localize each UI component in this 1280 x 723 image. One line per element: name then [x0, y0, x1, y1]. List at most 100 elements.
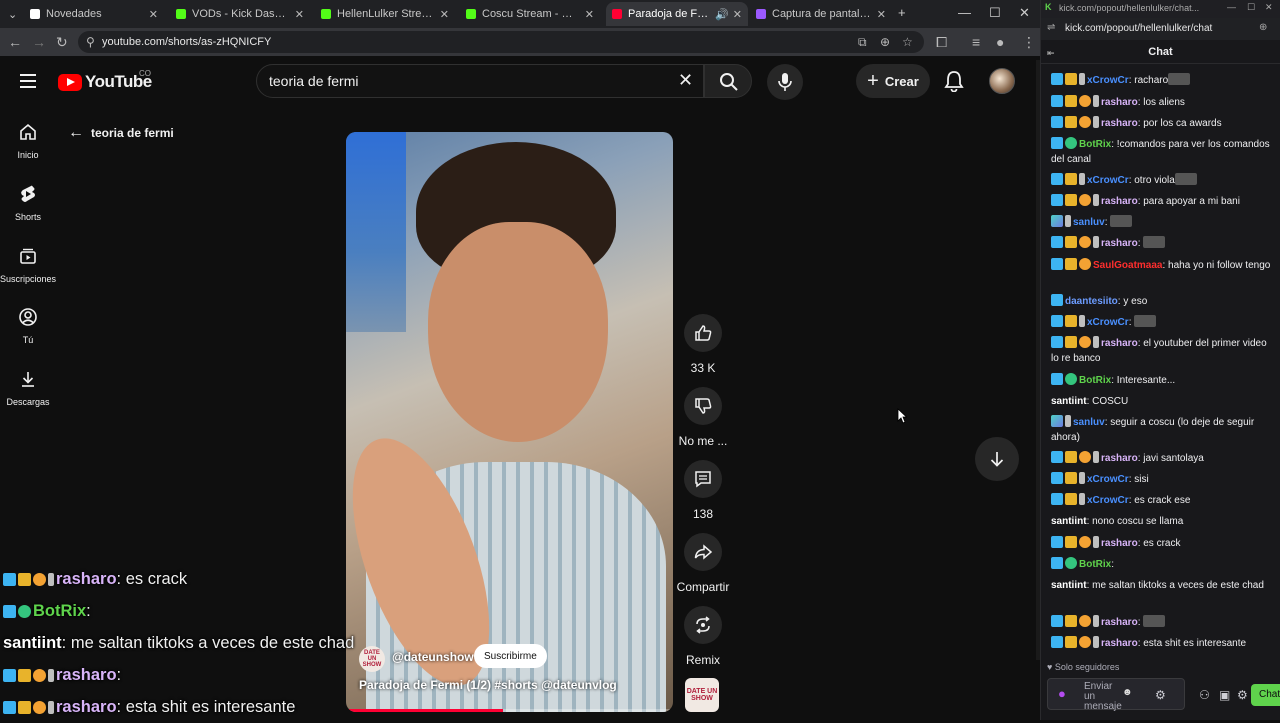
back-button[interactable]: ←	[8, 34, 22, 50]
extensions-icon[interactable]: ⧠	[936, 34, 947, 51]
chat-username[interactable]: BotRix	[1079, 139, 1111, 150]
microphone-icon[interactable]: ●	[1058, 686, 1066, 701]
channel-thumbnail[interactable]: DATE UN SHOW	[685, 678, 719, 712]
chat-username[interactable]: santiint	[1051, 516, 1087, 527]
settings-icon[interactable]: ⚙	[1155, 688, 1166, 702]
send-chat-button[interactable]: Chat	[1251, 684, 1280, 706]
like-action[interactable]: 33 K	[672, 314, 734, 375]
next-video-button[interactable]	[975, 437, 1019, 481]
chat-username[interactable]: santiint	[1051, 580, 1087, 591]
channel-name[interactable]: @dateunshow	[392, 650, 474, 664]
comments-button[interactable]	[684, 460, 722, 498]
browser-tab[interactable]: VODs - Kick Dashboard✕	[170, 2, 310, 26]
menu-hamburger-icon[interactable]	[20, 74, 36, 92]
gear-icon[interactable]: ⚙	[1237, 688, 1248, 702]
comments-action[interactable]: 138	[672, 460, 734, 521]
minimize-button[interactable]: —	[1227, 2, 1236, 12]
dislike-action[interactable]: No me ...	[672, 387, 734, 448]
browser-tab[interactable]: Captura de pantalla por Lig✕	[750, 2, 892, 26]
chat-username[interactable]: rasharo	[1101, 538, 1138, 549]
search-button[interactable]	[704, 64, 752, 98]
collapse-chat-icon[interactable]: ⇤	[1047, 48, 1055, 59]
zoom-icon[interactable]: ⊕	[1259, 22, 1267, 33]
notifications-button[interactable]	[944, 70, 964, 97]
sidebar-item-subscriptions[interactable]: Suscripciones	[0, 246, 56, 284]
share-button[interactable]	[684, 533, 722, 571]
chat-username[interactable]: rasharo	[1101, 638, 1138, 649]
chat-username[interactable]: BotRix	[1079, 559, 1111, 570]
avatar[interactable]	[989, 68, 1015, 94]
profile-icon[interactable]: ●	[996, 34, 1004, 50]
search-box[interactable]	[256, 64, 704, 98]
search-input[interactable]	[269, 73, 649, 89]
address-bar[interactable]: ⚲ youtube.com/shorts/as-zHQNICFY ⧉ ⊕ ☆	[78, 31, 924, 53]
share-action[interactable]: Compartir	[672, 533, 734, 594]
dislike-button[interactable]	[684, 387, 722, 425]
browser-menu-icon[interactable]: ⋮	[1022, 34, 1036, 51]
new-tab-button[interactable]: +	[898, 5, 906, 20]
chat-username[interactable]: BotRix	[1079, 375, 1111, 386]
media-control-icon[interactable]: ≡	[972, 34, 980, 50]
gold-badge-icon	[1065, 493, 1077, 505]
sidebar-item-shorts[interactable]: Shorts	[0, 184, 56, 222]
maximize-button[interactable]: ☐	[989, 5, 1001, 21]
create-button[interactable]: + Crear	[856, 64, 930, 98]
chat-username[interactable]: rasharo	[1101, 97, 1138, 108]
gift-icon[interactable]: ▣	[1219, 688, 1230, 702]
site-info-icon[interactable]: ⇌	[1047, 22, 1055, 33]
browser-tab[interactable]: Coscu Stream - Watch Live✕	[460, 2, 600, 26]
bookmark-star-icon[interactable]: ☆	[902, 35, 913, 49]
close-icon[interactable]: ✕	[877, 8, 886, 21]
emote-picker-icon[interactable]: ☻	[1122, 687, 1133, 698]
video-title[interactable]: Paradoja de Fermi (1/2) #shorts @dateunv…	[359, 678, 617, 692]
users-icon[interactable]: ⚇	[1199, 688, 1210, 702]
close-icon[interactable]: ✕	[440, 8, 449, 21]
close-icon[interactable]: ✕	[733, 8, 742, 21]
chat-username[interactable]: rasharo	[1101, 338, 1138, 349]
clear-search-icon[interactable]: ✕	[678, 70, 693, 91]
chat-username[interactable]: santiint	[1051, 396, 1087, 407]
chat-username[interactable]: xCrowCr	[1087, 474, 1129, 485]
sidebar-item-downloads[interactable]: Descargas	[0, 369, 56, 407]
minimize-button[interactable]: —	[958, 5, 971, 20]
window-close-button[interactable]: ✕	[1019, 5, 1030, 21]
like-button[interactable]	[684, 314, 722, 352]
reload-button[interactable]: ↻	[56, 34, 68, 51]
sidebar-item-you[interactable]: Tú	[0, 307, 56, 345]
install-app-icon[interactable]: ⧉	[858, 35, 867, 50]
chat-username[interactable]: xCrowCr	[1087, 317, 1129, 328]
chat-username[interactable]: rasharo	[1101, 196, 1138, 207]
chat-username[interactable]: rasharo	[1101, 118, 1138, 129]
chat-username[interactable]: sanluv	[1073, 217, 1105, 228]
shorts-video-player[interactable]: DATE UN SHOW @dateunshow Suscribirme Par…	[346, 132, 673, 712]
browser-tab[interactable]: HellenLulker Stream - Watc✕	[315, 2, 455, 26]
browser-tab-active[interactable]: Paradoja de Fermi (1/2)🔊✕	[606, 2, 748, 26]
chat-username[interactable]: sanluv	[1073, 417, 1105, 428]
maximize-button[interactable]: ☐	[1247, 2, 1255, 13]
window-close-button[interactable]: ✕	[1265, 2, 1273, 13]
chat-username[interactable]: xCrowCr	[1087, 495, 1129, 506]
chat-username[interactable]: xCrowCr	[1087, 75, 1129, 86]
close-icon[interactable]: ✕	[295, 8, 304, 21]
youtube-logo[interactable]: YouTube	[58, 72, 152, 92]
voice-search-button[interactable]	[767, 64, 803, 100]
subscribe-button[interactable]: Suscribirme	[474, 644, 547, 668]
chat-username[interactable]: rasharo	[1101, 238, 1138, 249]
zoom-icon[interactable]: ⊕	[880, 35, 890, 49]
browser-tab[interactable]: Novedades ✕	[24, 2, 164, 26]
site-info-icon[interactable]: ⚲	[86, 35, 95, 49]
sidebar-item-home[interactable]: Inicio	[0, 122, 56, 160]
chat-username[interactable]: xCrowCr	[1087, 175, 1129, 186]
chat-username[interactable]: rasharo	[1101, 453, 1138, 464]
chat-username[interactable]: rasharo	[1101, 617, 1138, 628]
close-icon[interactable]: ✕	[149, 8, 158, 21]
close-icon[interactable]: ✕	[585, 8, 594, 21]
back-arrow-icon[interactable]: ←	[68, 124, 84, 142]
chat-username[interactable]: daantesiito	[1065, 296, 1118, 307]
chat-username[interactable]: SaulGoatmaaa	[1093, 260, 1162, 271]
remix-button[interactable]	[684, 606, 722, 644]
remix-action[interactable]: Remix	[672, 606, 734, 667]
tab-search-menu[interactable]: ⌄	[2, 2, 17, 26]
popout-address-bar[interactable]: ⇌ kick.com/popout/hellenlulker/chat ⊕	[1041, 18, 1280, 40]
forward-button[interactable]: →	[32, 34, 46, 50]
